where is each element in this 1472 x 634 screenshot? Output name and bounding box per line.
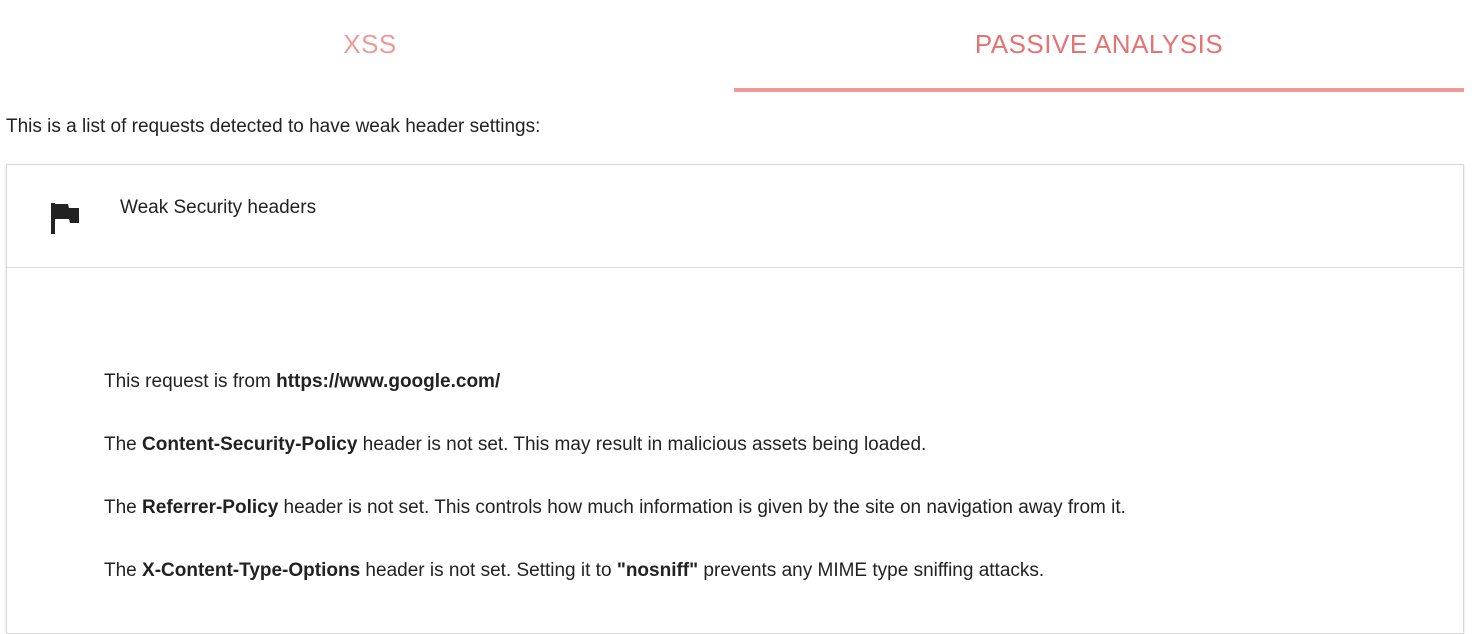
finding-panel: Weak Security headers This request is fr… [6, 164, 1464, 634]
finding-item: The Content-Security-Policy header is no… [104, 434, 1424, 456]
request-origin: This request is from https://www.google.… [104, 371, 1424, 393]
finding-text: prevents any MIME type sniffing attacks. [698, 560, 1045, 581]
intro-text: This is a list of requests detected to h… [6, 116, 541, 137]
request-url: https://www.google.com/ [276, 371, 501, 392]
finding-item: The Referrer-Policy header is not set. T… [104, 497, 1424, 519]
finding-prefix: The [104, 497, 143, 518]
finding-header: Content-Security-Policy [142, 434, 358, 455]
active-tab-indicator [734, 88, 1464, 92]
finding-text: header is not set. This may result in ma… [357, 434, 927, 455]
panel-header[interactable]: Weak Security headers [7, 165, 1463, 268]
finding-header: Referrer-Policy [142, 497, 279, 518]
flag-icon [51, 203, 79, 234]
finding-text: header is not set. This controls how muc… [278, 497, 1126, 518]
panel-body: This request is from https://www.google.… [104, 371, 1424, 623]
tab-passive-analysis[interactable]: PASSIVE ANALYSIS [734, 0, 1464, 92]
finding-header: X-Content-Type-Options [142, 560, 361, 581]
tab-xss[interactable]: XSS [6, 0, 734, 92]
tab-bar: XSS PASSIVE ANALYSIS [0, 0, 1472, 92]
finding-prefix: The [104, 560, 143, 581]
finding-prefix: The [104, 434, 143, 455]
finding-item: The X-Content-Type-Options header is not… [104, 560, 1424, 582]
panel-title: Weak Security headers [120, 197, 317, 218]
request-prefix: This request is from [104, 371, 277, 392]
finding-text: header is not set. Setting it to [360, 560, 617, 581]
finding-value: "nosniff" [616, 560, 699, 581]
